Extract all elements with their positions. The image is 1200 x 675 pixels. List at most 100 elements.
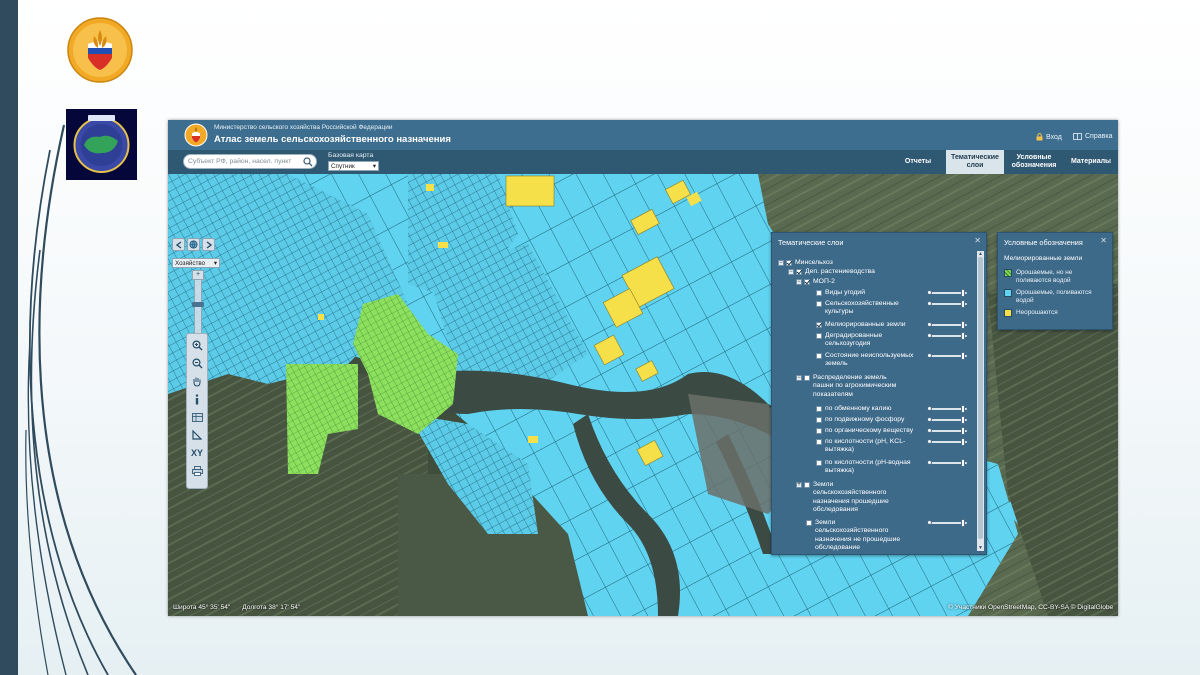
- opacity-slider[interactable]: [927, 427, 971, 435]
- search-input[interactable]: [188, 156, 300, 167]
- tree-item-land-types: Виды угодий: [816, 289, 865, 297]
- layer-label: по кислотности (pH, KCL-: [825, 438, 906, 445]
- scrollbar-thumb[interactable]: [978, 257, 983, 539]
- opacity-slider[interactable]: [927, 321, 971, 329]
- layer-label: по кислотности (pH-водная: [825, 459, 911, 466]
- tree-item-mop2: − МОП-2: [796, 278, 835, 286]
- chevron-down-icon: ▾: [213, 259, 217, 267]
- layer-label-line4: обследование: [815, 544, 860, 552]
- print-layout-button[interactable]: [188, 409, 206, 425]
- opacity-slider[interactable]: [927, 405, 971, 413]
- close-icon[interactable]: ✕: [1100, 236, 1107, 245]
- layer-checkbox[interactable]: [816, 353, 822, 359]
- tab-materials[interactable]: Материалы: [1064, 150, 1118, 174]
- layer-checkbox[interactable]: [804, 375, 810, 381]
- expand-toggle[interactable]: +: [796, 482, 802, 488]
- opacity-slider[interactable]: [927, 459, 971, 467]
- map-canvas[interactable]: Хозяйство ▾ + – XY: [168, 174, 1118, 616]
- layer-label-line4: обследования: [813, 506, 858, 514]
- layer-checkbox[interactable]: [816, 428, 822, 434]
- opacity-slider[interactable]: [927, 416, 971, 424]
- layers-scrollbar[interactable]: ▲ ▼: [977, 251, 984, 551]
- scale-level-select[interactable]: Хозяйство ▾: [172, 258, 220, 268]
- layer-checkbox[interactable]: [786, 260, 792, 266]
- tab-reports[interactable]: Отчеты: [893, 150, 943, 174]
- layer-checkbox[interactable]: [816, 301, 822, 307]
- search-icon[interactable]: [303, 157, 313, 167]
- cursor-coordinates: Широта 45° 35' 54" Долгота 38° 17' 54": [173, 604, 300, 611]
- tree-item-minselkhoz: − Минсельхоз: [778, 259, 833, 267]
- xy-label: XY: [190, 448, 203, 458]
- login-link[interactable]: Вход: [1036, 133, 1062, 141]
- collapse-toggle[interactable]: −: [796, 375, 802, 381]
- close-icon[interactable]: ✕: [974, 236, 981, 245]
- legend-swatch-blue: [1004, 289, 1012, 297]
- layer-label: МОП-2: [813, 278, 835, 285]
- layer-label: по органическому веществу: [825, 427, 914, 434]
- collapse-toggle[interactable]: −: [788, 269, 794, 275]
- scale-level-value: Хозяйство: [175, 259, 206, 267]
- print-button[interactable]: [188, 463, 206, 479]
- opacity-slider[interactable]: [927, 438, 971, 446]
- zoom-out-button[interactable]: [188, 355, 206, 371]
- tree-item-unused-lands: Состояние неиспользуемых земель: [816, 352, 913, 369]
- layer-checkbox[interactable]: [816, 417, 822, 423]
- help-link[interactable]: Справка: [1073, 133, 1112, 140]
- xy-coordinates-button[interactable]: XY: [188, 445, 206, 461]
- app-toolbar: Базовая карта Спутник ▾ Отчеты Тематичес…: [168, 150, 1118, 174]
- tab-thematic-layers[interactable]: Тематические слои: [946, 150, 1004, 174]
- layer-label: Состояние неиспользуемых: [825, 352, 914, 359]
- pan-button[interactable]: [188, 373, 206, 389]
- layer-checkbox[interactable]: [816, 322, 822, 328]
- nav-forward-button[interactable]: [202, 238, 215, 251]
- layer-checkbox[interactable]: [796, 269, 802, 275]
- tree-item-crop-department: − Деп. растениеводства: [788, 268, 875, 276]
- layer-checkbox[interactable]: [816, 460, 822, 466]
- globe-icon: [189, 240, 198, 249]
- layer-checkbox[interactable]: [816, 406, 822, 412]
- info-button[interactable]: [188, 391, 206, 407]
- opacity-slider[interactable]: [927, 519, 971, 527]
- layer-checkbox[interactable]: [804, 279, 810, 285]
- layer-label-line2: вытяжка): [825, 446, 855, 454]
- layer-label-line2: сельхозугодия: [825, 340, 871, 348]
- legend-item-irrigated-not-watered: Орошаемые, но не поливаются водой: [1004, 269, 1072, 284]
- basemap-select[interactable]: Спутник ▾: [328, 161, 379, 171]
- tab-legend[interactable]: Условные обозначения: [1006, 150, 1062, 174]
- layer-checkbox[interactable]: [816, 290, 822, 296]
- basemap-label: Базовая карта: [328, 152, 374, 159]
- zoom-slider-handle[interactable]: [192, 302, 204, 307]
- opacity-slider[interactable]: [927, 300, 971, 308]
- nav-back-button[interactable]: [172, 238, 185, 251]
- ministry-logo: [67, 17, 133, 83]
- zoom-in-button[interactable]: [188, 337, 206, 353]
- layer-label: Распределение земель: [813, 374, 887, 381]
- layer-label: Деградированные: [825, 332, 883, 339]
- arrow-right-icon: [206, 240, 212, 249]
- collapse-toggle[interactable]: −: [778, 260, 784, 266]
- layer-label: по обменному калию: [825, 405, 892, 412]
- tree-item-reclaimed-lands: Мелиорированные земли: [816, 321, 906, 329]
- layer-checkbox[interactable]: [804, 482, 810, 488]
- scroll-down-icon[interactable]: ▼: [977, 545, 984, 551]
- collapse-toggle[interactable]: −: [796, 279, 802, 285]
- map-tool-panel: XY: [186, 333, 208, 489]
- layer-checkbox[interactable]: [816, 439, 822, 445]
- layer-checkbox[interactable]: [816, 333, 822, 339]
- legend-swatch-green: [1004, 269, 1012, 277]
- layer-label: Мелиорированные земли: [825, 321, 906, 328]
- globe-button[interactable]: [187, 238, 200, 251]
- tree-item-phosphorus: по подвижному фосфору: [816, 416, 904, 424]
- layer-label: Земли: [813, 481, 834, 488]
- layer-label-line3: назначения не прошедшие: [815, 535, 901, 543]
- zoom-slider-plus-button[interactable]: +: [192, 270, 204, 280]
- layers-tree: − Минсельхоз − Деп. растениеводства − МО…: [772, 251, 978, 551]
- measure-button[interactable]: [188, 427, 206, 443]
- legend-label: Орошаемые, поливаются: [1016, 289, 1092, 296]
- opacity-slider[interactable]: [927, 289, 971, 297]
- map-nav-buttons: [172, 238, 215, 251]
- opacity-slider[interactable]: [927, 332, 971, 340]
- layer-checkbox[interactable]: [806, 520, 812, 526]
- help-book-icon: [1073, 133, 1082, 140]
- opacity-slider[interactable]: [927, 352, 971, 360]
